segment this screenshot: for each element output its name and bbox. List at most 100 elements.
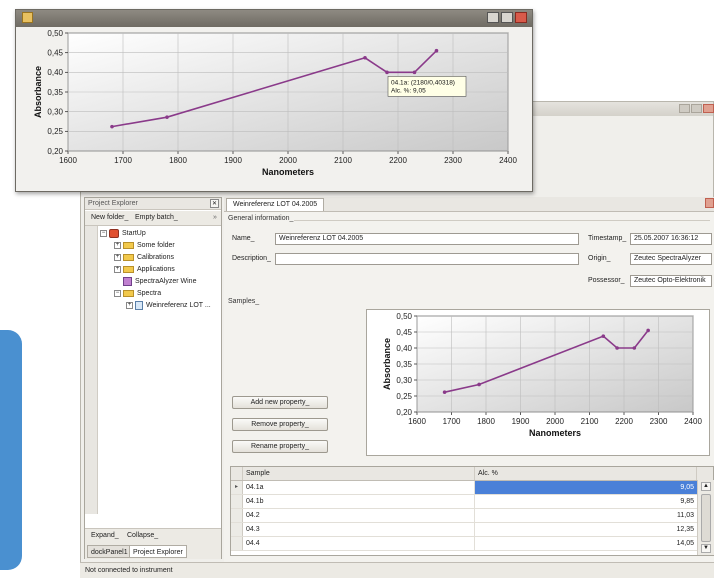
tree-item-label: Applications <box>137 266 175 273</box>
tree-item-weinreferenz[interactable]: + Weinreferenz LOT ... <box>100 300 220 312</box>
column-header-sample[interactable]: Sample <box>243 467 475 480</box>
minimize-icon[interactable] <box>487 12 499 23</box>
samples-heading: Samples_ <box>228 298 260 305</box>
maximize-icon[interactable] <box>501 12 513 23</box>
possessor-label: Possessor_ <box>588 277 625 284</box>
collapse-icon[interactable]: − <box>114 289 121 297</box>
column-header-alc[interactable]: Alc. % <box>475 467 697 480</box>
cell-alc[interactable]: 9,05 <box>475 481 697 494</box>
scroll-down-icon[interactable]: ▼ <box>701 544 711 553</box>
row-selector[interactable] <box>231 495 243 508</box>
app-icon <box>22 12 33 23</box>
row-selector[interactable] <box>231 509 243 522</box>
toolbar-overflow-icon[interactable]: » <box>213 213 217 223</box>
possessor-field[interactable]: Zeutec Opto-Elektronik <box>630 275 712 287</box>
y-axis-label: Absorbance <box>382 338 392 390</box>
general-info-heading: General information_ <box>228 215 294 222</box>
x-tick-label: 2200 <box>615 417 633 426</box>
x-tick-label: 2300 <box>444 156 462 165</box>
timestamp-field[interactable]: 25.05.2007 16:36:12 <box>630 233 712 245</box>
empty-batch-button[interactable]: Empty batch_ <box>135 213 178 223</box>
tree-item-label: Weinreferenz LOT ... <box>146 302 211 309</box>
cell-sample[interactable]: 04.1a <box>243 481 475 494</box>
row-selector[interactable] <box>231 523 243 536</box>
data-point <box>477 382 481 387</box>
row-selector[interactable] <box>231 537 243 550</box>
description-field[interactable] <box>275 253 579 265</box>
scroll-up-icon[interactable]: ▲ <box>701 482 711 491</box>
cell-alc[interactable]: 11,03 <box>475 509 697 522</box>
x-tick-label: 1900 <box>224 156 242 165</box>
cell-sample[interactable]: 04.3 <box>243 523 475 536</box>
data-point <box>165 115 169 119</box>
floating-window-titlebar[interactable] <box>16 10 532 27</box>
tree-item-applications[interactable]: + Applications <box>100 264 220 276</box>
tree-item-spectraalyzer-wine[interactable]: SpectraAlyzer Wine <box>100 276 220 288</box>
y-axis-label: Absorbance <box>33 66 43 118</box>
table-row[interactable]: 04.2 11,03 <box>231 509 713 523</box>
folder-icon <box>123 265 134 273</box>
y-tick-label: 0,25 <box>396 392 412 401</box>
cell-sample[interactable]: 04.1b <box>243 495 475 508</box>
collapse-icon[interactable]: − <box>100 229 107 237</box>
table-row[interactable]: 04.1b 9,85 <box>231 495 713 509</box>
embedded-spectrum-chart: 1600 1700 1800 1900 2000 2100 2200 2300 2400 0,20… <box>382 312 702 438</box>
x-tick-label: 2400 <box>499 156 517 165</box>
name-field[interactable]: Weinreferenz LOT 04.2005 <box>275 233 579 245</box>
x-tick-label: 1800 <box>169 156 187 165</box>
pin-icon[interactable]: ✕ <box>210 199 219 208</box>
table-row[interactable]: 04.3 12,35 <box>231 523 713 537</box>
close-icon[interactable] <box>515 12 527 23</box>
tree-item-spectra[interactable]: − Spectra <box>100 288 220 300</box>
tree-item-label: Spectra <box>137 290 162 297</box>
remove-property-button[interactable]: Remove property_ <box>232 418 328 431</box>
add-property-button[interactable]: Add new property_ <box>232 396 328 409</box>
expand-button[interactable]: Expand_ <box>91 531 119 541</box>
tree-item-some-folder[interactable]: + Some folder <box>100 240 220 252</box>
table-row[interactable]: ▸ 04.1a 9,05 <box>231 481 713 495</box>
cell-alc[interactable]: 14,05 <box>475 537 697 550</box>
new-folder-button[interactable]: New folder_ <box>91 213 128 223</box>
scroll-thumb[interactable] <box>701 494 711 542</box>
cell-sample[interactable]: 04.2 <box>243 509 475 522</box>
table-row[interactable]: 04.4 14,05 <box>231 537 713 551</box>
expand-icon[interactable]: + <box>114 265 121 273</box>
application-icon <box>123 276 132 286</box>
tab-dockpanel1[interactable]: dockPanel1 <box>87 545 132 558</box>
y-tick-label: 0,40 <box>396 344 412 353</box>
x-tick-label: 1800 <box>477 417 495 426</box>
cell-alc[interactable]: 12,35 <box>475 523 697 536</box>
vertical-scrollbar[interactable]: ▲ ▼ <box>697 480 714 555</box>
folder-icon <box>123 253 134 261</box>
header-corner <box>231 467 243 480</box>
expand-icon[interactable]: + <box>114 241 121 249</box>
x-tick-label: 1600 <box>408 417 426 426</box>
tree-item-calibrations[interactable]: + Calibrations <box>100 252 220 264</box>
x-tick-label: 1900 <box>512 417 530 426</box>
expand-icon[interactable]: + <box>126 301 133 309</box>
tree-item-startup[interactable]: − StartUp <box>100 228 220 240</box>
origin-field[interactable]: Zeutec SpectraAlyzer <box>630 253 712 265</box>
tree-item-label: Some folder <box>137 242 175 249</box>
cell-sample[interactable]: 04.4 <box>243 537 475 550</box>
x-axis-label: Nanometers <box>529 428 581 438</box>
name-label: Name_ <box>232 235 255 242</box>
y-tick-label: 0,20 <box>47 147 63 156</box>
tab-project-explorer[interactable]: Project Explorer <box>129 545 187 558</box>
x-tick-label: 1700 <box>443 417 461 426</box>
cell-alc[interactable]: 9,85 <box>475 495 697 508</box>
expand-icon[interactable]: + <box>114 253 121 261</box>
tab-weinreferenz[interactable]: Weinreferenz LOT 04.2005 <box>226 198 325 211</box>
y-tick-label: 0,35 <box>396 360 412 369</box>
document-close-icon[interactable] <box>705 198 714 208</box>
collapse-button[interactable]: Collapse_ <box>127 531 158 541</box>
data-point <box>385 70 389 75</box>
x-tick-label: 2000 <box>279 156 297 165</box>
project-tree: − StartUp + Some folder + Calibrations + App… <box>100 228 220 312</box>
minimize-icon[interactable] <box>679 104 690 113</box>
rename-property-button[interactable]: Rename property_ <box>232 440 328 453</box>
close-icon[interactable] <box>703 104 714 113</box>
tree-item-label: Calibrations <box>137 254 174 261</box>
row-selector[interactable]: ▸ <box>231 481 243 494</box>
maximize-icon[interactable] <box>691 104 702 113</box>
